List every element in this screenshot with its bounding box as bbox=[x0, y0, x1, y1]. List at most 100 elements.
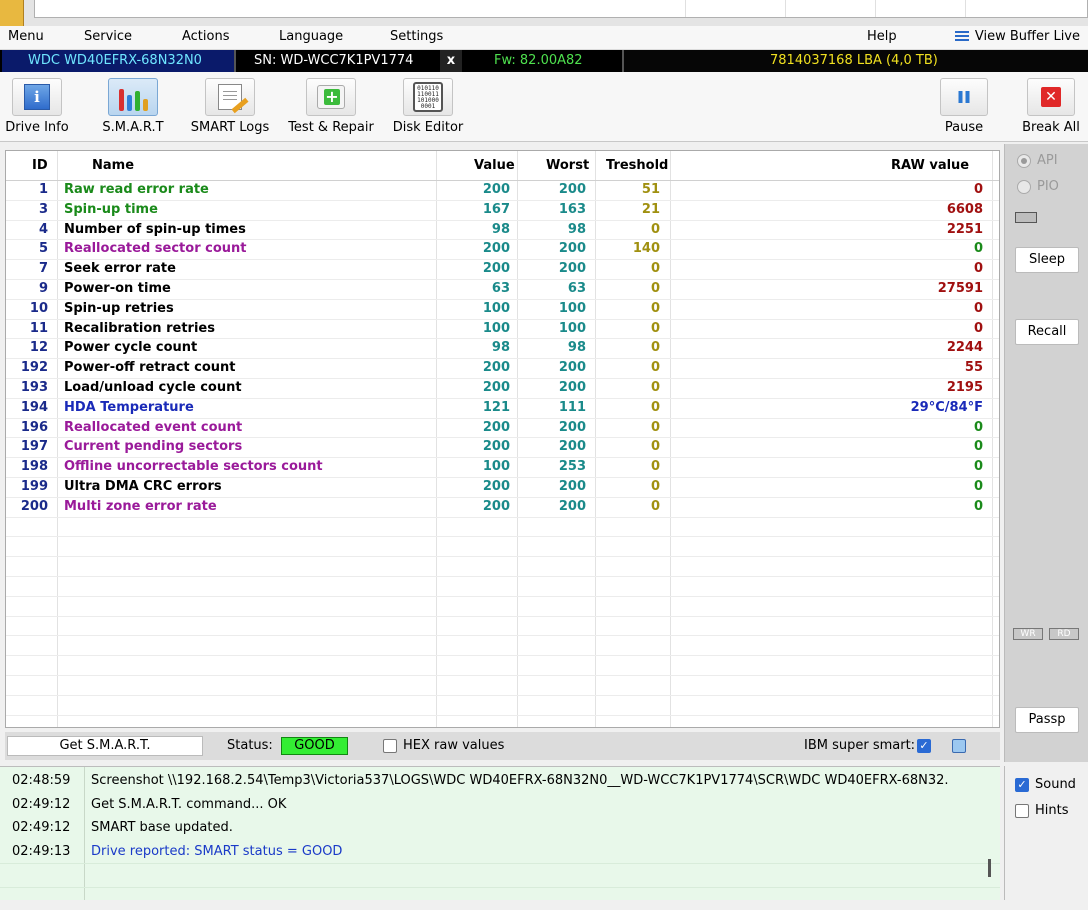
menu-bar: Menu Service Actions Language Settings H… bbox=[0, 26, 1088, 50]
menu-item-service[interactable]: Service bbox=[84, 29, 132, 44]
ibm-super-smart-label: IBM super smart: bbox=[804, 738, 915, 753]
table-row[interactable]: 12Power cycle count989802244 bbox=[6, 339, 999, 359]
status-badge: GOOD bbox=[281, 737, 348, 755]
cell-raw-value: 2244 bbox=[706, 340, 983, 355]
cell-id: 10 bbox=[6, 301, 48, 316]
binary-editor-icon: 010110 110011 101000 0001 bbox=[413, 82, 443, 112]
cell-worst: 200 bbox=[516, 499, 586, 514]
smart-attributes-table[interactable]: ID Name Value Worst Treshold RAW value 1… bbox=[5, 150, 1000, 728]
cell-id: 3 bbox=[6, 202, 48, 217]
get-smart-button[interactable]: Get S.M.A.R.T. bbox=[7, 736, 203, 756]
cell-value: 200 bbox=[436, 439, 510, 454]
table-row[interactable]: 3Spin-up time167163216608 bbox=[6, 201, 999, 221]
table-row[interactable]: 10Spin-up retries10010000 bbox=[6, 300, 999, 320]
cell-worst: 253 bbox=[516, 459, 586, 474]
test-repair-button[interactable]: + Test & Repair bbox=[286, 78, 376, 135]
table-row[interactable]: 7Seek error rate20020000 bbox=[6, 260, 999, 280]
view-buffer-live-button[interactable]: View Buffer Live bbox=[955, 29, 1080, 44]
empty-table-row bbox=[6, 518, 999, 538]
log-scrollbar[interactable] bbox=[988, 859, 991, 877]
empty-table-row bbox=[6, 716, 999, 728]
table-row[interactable]: 9Power-on time6363027591 bbox=[6, 280, 999, 300]
header-raw-value[interactable]: RAW value bbox=[891, 158, 969, 173]
ibm-super-smart-checkbox[interactable]: ✓ bbox=[917, 739, 931, 753]
table-row[interactable]: 194HDA Temperature121111029°C/84°F bbox=[6, 399, 999, 419]
cell-raw-value: 6608 bbox=[706, 202, 983, 217]
empty-table-row bbox=[6, 676, 999, 696]
cell-worst: 200 bbox=[516, 420, 586, 435]
empty-table-row bbox=[6, 577, 999, 597]
table-row[interactable]: 192Power-off retract count200200055 bbox=[6, 359, 999, 379]
header-value[interactable]: Value bbox=[474, 158, 515, 173]
empty-table-row bbox=[6, 557, 999, 577]
menu-item-language[interactable]: Language bbox=[279, 29, 343, 44]
cell-threshold: 140 bbox=[596, 241, 660, 256]
cell-value: 200 bbox=[436, 499, 510, 514]
cell-threshold: 0 bbox=[596, 321, 660, 336]
cell-raw-value: 2251 bbox=[706, 222, 983, 237]
log-panel[interactable]: 02:48:59Screenshot \\192.168.2.54\Temp3\… bbox=[0, 766, 1000, 900]
cell-worst: 98 bbox=[516, 222, 586, 237]
table-row[interactable]: 1Raw read error rate200200510 bbox=[6, 181, 999, 201]
table-row[interactable]: 200Multi zone error rate20020000 bbox=[6, 498, 999, 518]
cell-value: 200 bbox=[436, 360, 510, 375]
table-row[interactable]: 196Reallocated event count20020000 bbox=[6, 419, 999, 439]
sleep-button[interactable]: Sleep bbox=[1015, 247, 1079, 273]
cell-threshold: 0 bbox=[596, 301, 660, 316]
pio-radio[interactable] bbox=[1017, 180, 1031, 194]
drive-firmware: Fw: 82.00A82 bbox=[462, 50, 622, 72]
menu-item-settings[interactable]: Settings bbox=[390, 29, 443, 44]
cell-raw-value: 55 bbox=[706, 360, 983, 375]
table-row[interactable]: 11Recalibration retries10010000 bbox=[6, 320, 999, 340]
table-row[interactable]: 5Reallocated sector count2002001400 bbox=[6, 240, 999, 260]
menu-item-menu[interactable]: Menu bbox=[8, 29, 44, 44]
rd-indicator: RD bbox=[1049, 628, 1079, 640]
sound-checkbox[interactable]: ✓ bbox=[1015, 778, 1029, 792]
cell-raw-value: 0 bbox=[706, 321, 983, 336]
cell-id: 194 bbox=[6, 400, 48, 415]
pause-button[interactable]: Pause bbox=[938, 78, 990, 135]
table-row[interactable]: 193Load/unload cycle count20020002195 bbox=[6, 379, 999, 399]
cell-name: Power-on time bbox=[64, 281, 171, 296]
cell-threshold: 0 bbox=[596, 340, 660, 355]
header-id[interactable]: ID bbox=[32, 158, 48, 173]
cell-worst: 63 bbox=[516, 281, 586, 296]
cell-name: Power-off retract count bbox=[64, 360, 236, 375]
api-radio[interactable] bbox=[1017, 154, 1031, 168]
cell-threshold: 0 bbox=[596, 261, 660, 276]
right-control-panel: API PIO Sleep Recall WR RD Passp bbox=[1004, 144, 1088, 762]
cell-id: 4 bbox=[6, 222, 48, 237]
break-all-label: Break All bbox=[1020, 120, 1082, 135]
cell-threshold: 0 bbox=[596, 420, 660, 435]
header-worst[interactable]: Worst bbox=[546, 158, 589, 173]
smart-button[interactable]: S.M.A.R.T bbox=[98, 78, 168, 135]
menu-item-actions[interactable]: Actions bbox=[182, 29, 230, 44]
header-threshold[interactable]: Treshold bbox=[606, 158, 668, 173]
cell-id: 9 bbox=[6, 281, 48, 296]
menu-item-help[interactable]: Help bbox=[867, 29, 897, 44]
drive-info-button[interactable]: i Drive Info bbox=[4, 78, 70, 135]
break-all-button[interactable]: ✕ Break All bbox=[1020, 78, 1082, 135]
cell-raw-value: 2195 bbox=[706, 380, 983, 395]
hints-checkbox[interactable] bbox=[1015, 804, 1029, 818]
recall-button[interactable]: Recall bbox=[1015, 319, 1079, 345]
cell-threshold: 0 bbox=[596, 380, 660, 395]
passp-button[interactable]: Passp bbox=[1015, 707, 1079, 733]
hex-raw-values-checkbox[interactable] bbox=[383, 739, 397, 753]
color-indicator-box[interactable] bbox=[952, 739, 966, 753]
drive-close-button[interactable]: x bbox=[440, 50, 462, 72]
drive-model[interactable]: WDC WD40EFRX-68N32N0 bbox=[2, 50, 234, 72]
cell-worst: 200 bbox=[516, 182, 586, 197]
table-row[interactable]: 197Current pending sectors20020000 bbox=[6, 438, 999, 458]
disk-editor-button[interactable]: 010110 110011 101000 0001 Disk Editor bbox=[392, 78, 464, 135]
cell-name: Reallocated sector count bbox=[64, 241, 247, 256]
cell-value: 167 bbox=[436, 202, 510, 217]
cell-threshold: 0 bbox=[596, 439, 660, 454]
cell-worst: 200 bbox=[516, 479, 586, 494]
table-row[interactable]: 199Ultra DMA CRC errors20020000 bbox=[6, 478, 999, 498]
cell-name: Recalibration retries bbox=[64, 321, 215, 336]
header-name[interactable]: Name bbox=[92, 158, 134, 173]
smart-logs-button[interactable]: SMART Logs bbox=[188, 78, 272, 135]
table-row[interactable]: 198Offline uncorrectable sectors count10… bbox=[6, 458, 999, 478]
table-row[interactable]: 4Number of spin-up times989802251 bbox=[6, 221, 999, 241]
